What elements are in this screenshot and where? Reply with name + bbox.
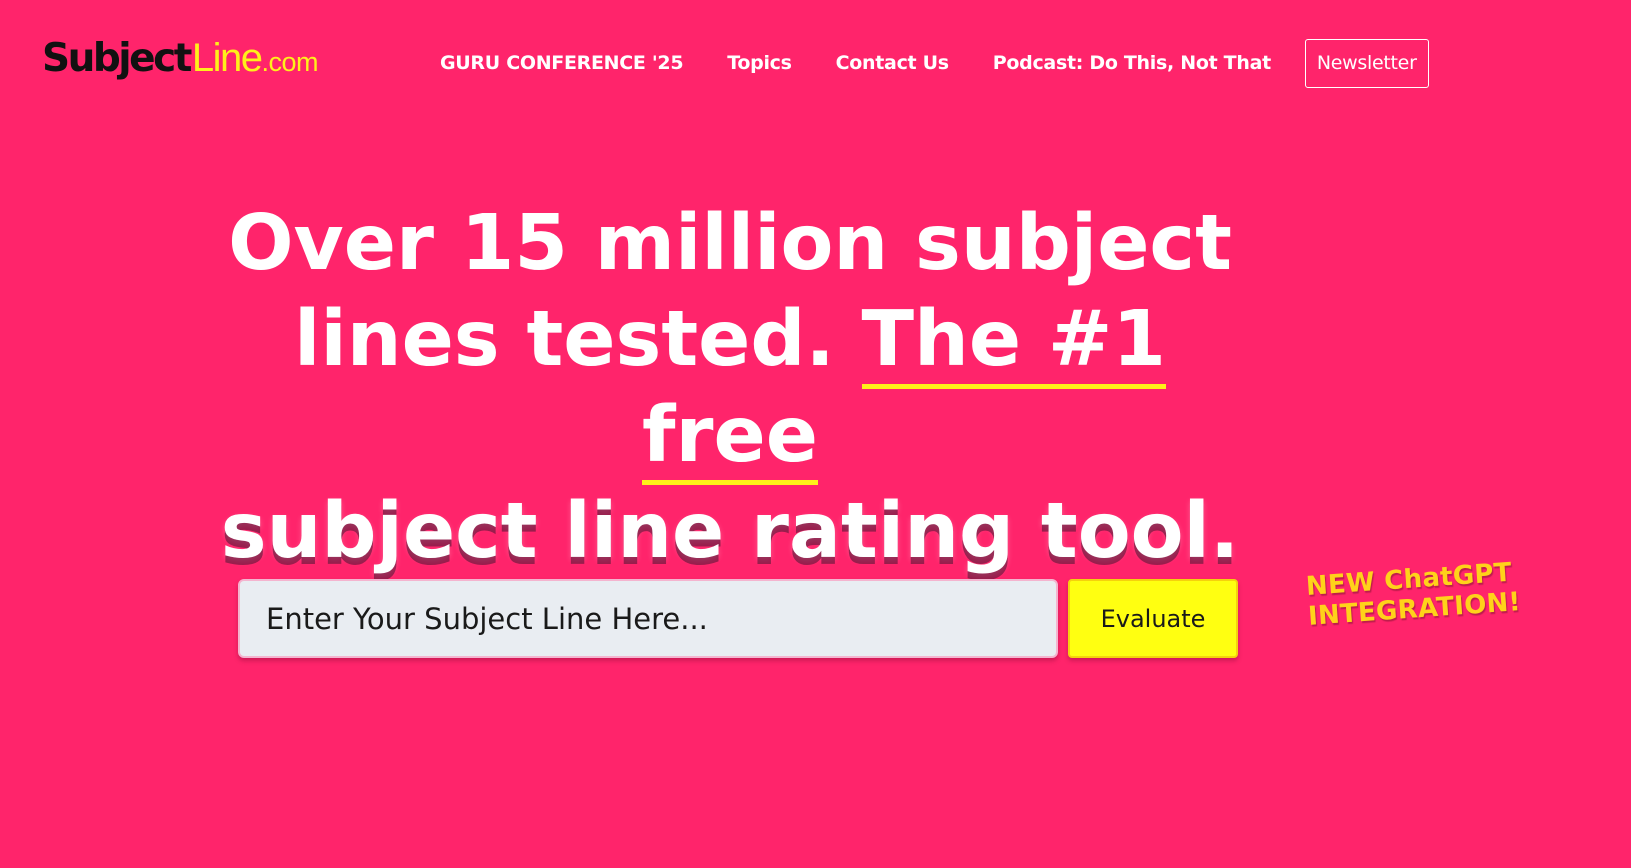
- logo-line-text: Line: [191, 36, 263, 80]
- evaluate-button[interactable]: Evaluate: [1068, 579, 1238, 658]
- main-nav: GURU CONFERENCE '25 Topics Contact Us Po…: [440, 38, 1429, 88]
- headline-line-3: subject line rating tool.: [220, 487, 1240, 576]
- hero-headline: Over 15 million subject lines tested. Th…: [200, 196, 1260, 580]
- subject-line-input[interactable]: [238, 579, 1058, 658]
- nav-link-guru-conference[interactable]: GURU CONFERENCE '25: [440, 52, 684, 74]
- nav-link-topics[interactable]: Topics: [727, 52, 792, 74]
- newsletter-button[interactable]: Newsletter: [1304, 38, 1429, 88]
- chatgpt-promo-badge: NEW ChatGPT INTEGRATION!: [1305, 557, 1529, 632]
- logo-subject-text: Subject: [42, 36, 192, 81]
- headline-line-2-plain: lines tested.: [293, 295, 835, 384]
- site-logo[interactable]: Subject Line .com: [42, 36, 318, 86]
- logo-domain-text: .com: [261, 47, 318, 77]
- nav-link-contact-us[interactable]: Contact Us: [836, 52, 949, 74]
- headline-line-1: Over 15 million subject: [228, 199, 1232, 288]
- nav-link-podcast[interactable]: Podcast: Do This, Not That: [993, 52, 1271, 74]
